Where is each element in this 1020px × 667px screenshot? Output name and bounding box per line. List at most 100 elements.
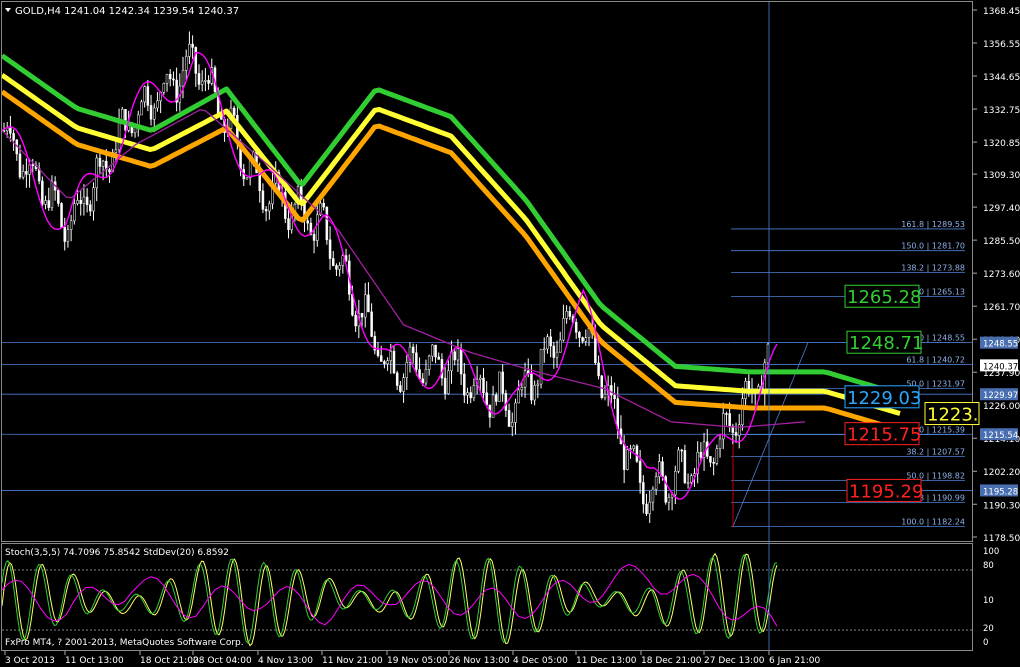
- candle-body: [718, 438, 722, 449]
- fib-level-label: 100.0 | 1182.24: [901, 518, 965, 527]
- candle-body: [386, 360, 389, 365]
- level-box-label: 1248.71: [849, 333, 923, 354]
- candle-body: [9, 127, 12, 134]
- candle-body: [18, 153, 22, 178]
- candle-body: [479, 377, 482, 380]
- candle-body: [472, 385, 476, 399]
- price-tick-label: 1285.50: [983, 237, 1020, 247]
- price-tick-label: 1344.65: [983, 73, 1020, 83]
- candle-body: [69, 220, 73, 230]
- price-chart[interactable]: GOLD,H4 1241.04 1242.34 1239.54 1240.37 …: [0, 0, 1020, 667]
- stoch-main-line: [2, 552, 778, 647]
- candle-body: [268, 203, 271, 212]
- band-line-green: [2, 53, 901, 397]
- candle-body: [392, 350, 396, 374]
- candle-body: [306, 220, 309, 224]
- candle-body: [191, 43, 194, 48]
- candle-body: [415, 352, 418, 370]
- candle-body: [354, 314, 357, 327]
- candle-body: [616, 398, 620, 430]
- candle-body: [405, 362, 409, 378]
- current-price-label: 1240.37: [983, 362, 1018, 372]
- candle-body: [683, 450, 687, 483]
- candle-body: [312, 234, 316, 241]
- candle-body: [690, 475, 693, 483]
- candle-body: [376, 349, 380, 356]
- level-box-label: 1229.03: [847, 388, 921, 409]
- candle-body: [546, 336, 549, 350]
- fib-level-label: 38.2 | 1207.57: [906, 447, 965, 456]
- price-tag-label: 1195.28: [983, 487, 1018, 497]
- candle-body: [440, 359, 444, 379]
- candle-body: [338, 265, 341, 270]
- candle-body: [686, 482, 690, 484]
- candle-body: [370, 311, 373, 337]
- candle-body: [613, 394, 616, 400]
- price-tick-label: 1273.60: [983, 270, 1020, 280]
- candle-body: [168, 74, 172, 80]
- time-tick-label: 6 Jan 21:00: [769, 656, 821, 666]
- indicator-scale-label: 100: [983, 547, 999, 557]
- price-tick-label: 1356.55: [983, 40, 1020, 50]
- candle-body: [734, 432, 738, 436]
- candle-body: [562, 318, 565, 341]
- candle-body: [597, 362, 600, 377]
- candle-body: [143, 86, 146, 103]
- candle-body: [25, 171, 28, 175]
- candle-body: [322, 203, 325, 208]
- candle-body: [504, 393, 508, 411]
- main-plot: [2, 31, 972, 527]
- fib-level-label: 150.0 | 1281.70: [901, 242, 965, 251]
- candle-body: [498, 371, 501, 402]
- time-tick-label: 26 Nov 13:00: [449, 656, 510, 666]
- candle-body: [482, 377, 485, 394]
- candle-body: [635, 445, 639, 462]
- copyright-text: FxPro MT4, ? 2001-2013, MetaQuotes Softw…: [5, 638, 244, 648]
- candle-body: [536, 383, 540, 386]
- candle-body: [645, 503, 648, 514]
- price-tick-label: 1261.70: [983, 303, 1020, 313]
- candle-body: [363, 294, 367, 318]
- candle-body: [332, 258, 335, 266]
- candle-body: [383, 361, 386, 365]
- candle-body: [316, 214, 319, 241]
- candle-body: [523, 370, 527, 388]
- time-tick-label: 4 Dec 05:00: [513, 656, 568, 666]
- candle-body: [622, 443, 626, 470]
- candle-body: [89, 204, 92, 212]
- chart-title: GOLD,H4 1241.04 1242.34 1239.54 1240.37: [15, 6, 239, 17]
- candle-body: [661, 461, 664, 477]
- indicator-scale-label: 80: [983, 561, 994, 571]
- candle-body: [520, 386, 524, 391]
- candle-body: [434, 344, 437, 358]
- time-tick-label: 4 Nov 13:00: [258, 656, 313, 666]
- level-box-label: 1265.28: [847, 287, 921, 308]
- candle-body: [402, 377, 405, 392]
- candle-body: [287, 218, 290, 230]
- time-tick-label: 27 Dec 13:00: [704, 656, 765, 666]
- candle-body: [200, 80, 204, 85]
- candle-body: [677, 449, 680, 472]
- candle-body: [379, 355, 383, 362]
- time-tick-label: 11 Oct 13:00: [65, 656, 124, 666]
- candle-body: [245, 177, 249, 180]
- price-tag-label: 1215.54: [983, 431, 1018, 441]
- candle-body: [156, 100, 159, 109]
- candle-body: [712, 462, 715, 464]
- triangle-down-icon[interactable]: [5, 8, 11, 12]
- candle-body: [709, 456, 712, 463]
- candle-body: [146, 86, 150, 106]
- candle-body: [539, 348, 543, 385]
- candle-body: [121, 109, 124, 121]
- candle-body: [741, 398, 744, 426]
- candle-body: [466, 392, 469, 396]
- candle-body: [389, 350, 393, 362]
- candle-body: [328, 239, 332, 259]
- price-tag-label: 1229.97: [983, 391, 1018, 401]
- candle-body: [197, 73, 201, 85]
- candle-body: [437, 356, 440, 360]
- candle-body: [194, 47, 198, 74]
- candle-body: [41, 180, 44, 205]
- candle-body: [31, 164, 35, 167]
- candle-body: [485, 392, 488, 406]
